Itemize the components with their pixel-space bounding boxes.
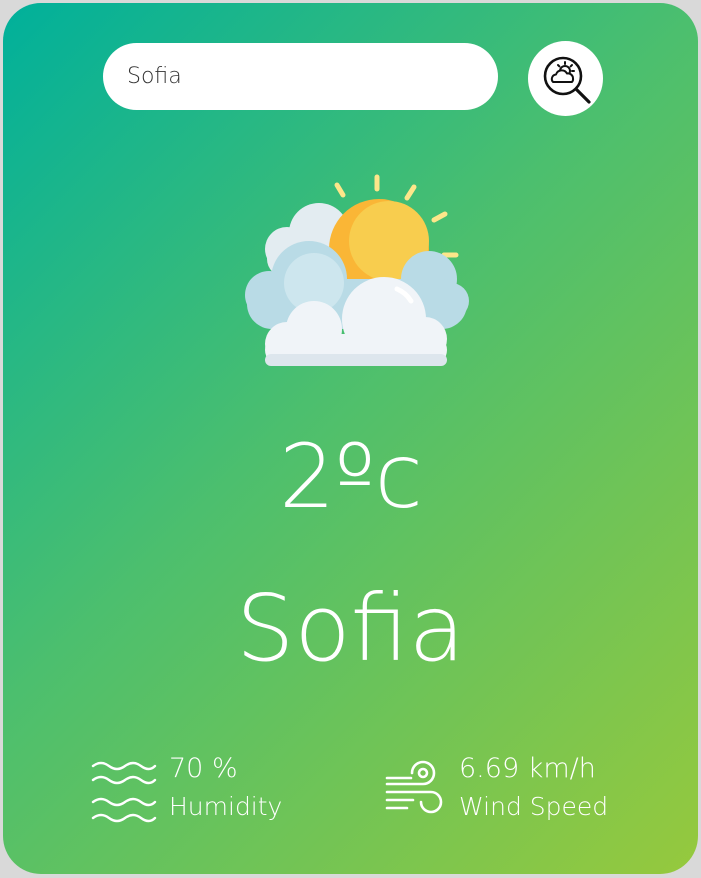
humidity-waves-icon bbox=[91, 754, 157, 824]
search-button[interactable] bbox=[528, 41, 603, 116]
city-name: Sofia bbox=[235, 575, 465, 682]
wind-detail: 6.69 km/h Wind Speed bbox=[383, 751, 608, 827]
partly-cloudy-sun-icon bbox=[245, 174, 469, 366]
search-input[interactable] bbox=[103, 43, 498, 110]
wind-speed-value: 6.69 km/h bbox=[459, 753, 596, 784]
weather-card: 2ºc Sofia 70 % Humidity bbox=[3, 3, 698, 874]
humidity-value: 70 % bbox=[169, 753, 238, 784]
temperature: 2ºc bbox=[279, 425, 423, 528]
humidity-label: Humidity bbox=[169, 792, 283, 821]
wind-icon bbox=[383, 754, 447, 824]
weather-search-icon bbox=[543, 56, 591, 104]
humidity-detail: 70 % Humidity bbox=[91, 751, 282, 827]
wind-speed-label: Wind Speed bbox=[459, 792, 609, 821]
